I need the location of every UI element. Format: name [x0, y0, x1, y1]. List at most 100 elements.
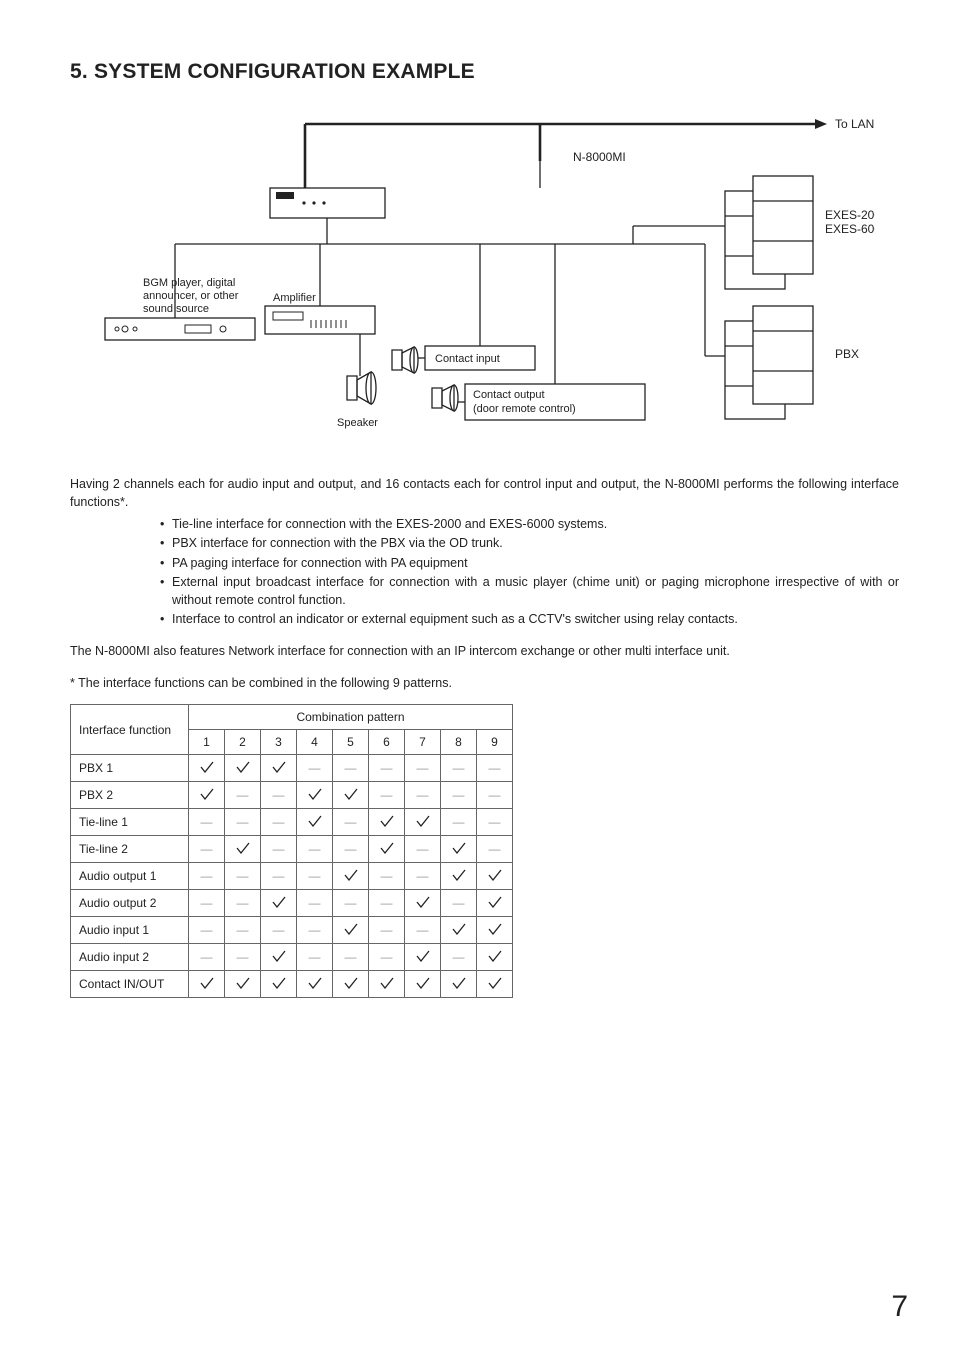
bullet-list: Tie-line interface for connection with t…: [160, 515, 899, 628]
table-row: Audio input 2——————: [71, 944, 513, 971]
table-cell: [189, 782, 225, 809]
diagram-label-contact-output-2: (door remote control): [473, 403, 576, 415]
table-cell: [441, 917, 477, 944]
table-cell: —: [369, 890, 405, 917]
table-cell: —: [477, 836, 513, 863]
diagram-label-n8000mi: N-8000MI: [573, 150, 626, 164]
paragraph-network: The N-8000MI also features Network inter…: [70, 642, 899, 660]
bullet-item: External input broadcast interface for c…: [160, 573, 899, 609]
table-row-label: Audio output 1: [71, 863, 189, 890]
table-cell: —: [297, 917, 333, 944]
table-cell: [297, 971, 333, 998]
table-cell: —: [189, 836, 225, 863]
table-cell: [225, 971, 261, 998]
table-row-label: Contact IN/OUT: [71, 971, 189, 998]
table-cell: —: [261, 917, 297, 944]
table-cell: [405, 971, 441, 998]
table-cell: [225, 836, 261, 863]
diagram-label-bgm-3: sound source: [143, 303, 209, 315]
table-cell: [477, 890, 513, 917]
diagram-label-to-lan: To LAN: [835, 117, 874, 131]
table-cell: [261, 971, 297, 998]
table-cell: —: [297, 944, 333, 971]
table-cell: —: [369, 755, 405, 782]
table-col-group-header: Combination pattern: [189, 705, 513, 730]
system-diagram: .l { stroke:#222; stroke-width:1.3; fill…: [95, 106, 875, 461]
table-row: PBX 2——————: [71, 782, 513, 809]
table-cell: [261, 944, 297, 971]
table-cell: —: [225, 917, 261, 944]
table-cell: [441, 836, 477, 863]
table-cell: —: [333, 890, 369, 917]
diagram-label-pbx: PBX: [835, 347, 859, 361]
table-cell: —: [297, 863, 333, 890]
table-cell: [477, 863, 513, 890]
table-cell: —: [477, 755, 513, 782]
table-cell: —: [333, 944, 369, 971]
table-row-label: PBX 1: [71, 755, 189, 782]
table-row-label: Audio input 2: [71, 944, 189, 971]
table-cell: —: [441, 944, 477, 971]
table-cell: —: [441, 809, 477, 836]
table-cell: —: [405, 836, 441, 863]
page-number: 7: [891, 1290, 908, 1324]
table-cell: [225, 755, 261, 782]
table-cell: —: [369, 782, 405, 809]
table-cell: [477, 971, 513, 998]
table-cell: —: [189, 809, 225, 836]
table-cell: —: [225, 944, 261, 971]
table-cell: —: [333, 836, 369, 863]
section-heading: 5. SYSTEM CONFIGURATION EXAMPLE: [70, 60, 899, 84]
diagram-label-contact-input: Contact input: [435, 353, 500, 365]
table-cell: —: [369, 863, 405, 890]
table-cell: —: [477, 809, 513, 836]
table-cell: [333, 917, 369, 944]
table-cell: —: [261, 863, 297, 890]
bullet-item: Interface to control an indicator or ext…: [160, 610, 899, 628]
table-cell: —: [405, 863, 441, 890]
table-cell: [477, 944, 513, 971]
table-cell: —: [261, 836, 297, 863]
table-row: Tie-line 2——————: [71, 836, 513, 863]
table-cell: —: [189, 890, 225, 917]
table-row-label: Tie-line 1: [71, 809, 189, 836]
table-cell: [405, 809, 441, 836]
diagram-label-speaker: Speaker: [337, 417, 378, 429]
table-row-header: Interface function: [71, 705, 189, 755]
footnote: * The interface functions can be combine…: [70, 676, 899, 690]
table-cell: [369, 809, 405, 836]
table-cell: [189, 971, 225, 998]
table-cell: [189, 755, 225, 782]
table-cell: [405, 944, 441, 971]
table-cell: —: [369, 917, 405, 944]
table-cell: [477, 917, 513, 944]
table-cell: —: [297, 890, 333, 917]
diagram-label-bgm-1: BGM player, digital: [143, 277, 235, 289]
bullet-item: PA paging interface for connection with …: [160, 554, 899, 572]
table-row: Audio output 2——————: [71, 890, 513, 917]
table-cell: [297, 809, 333, 836]
table-cell: —: [225, 890, 261, 917]
table-row-label: Audio output 2: [71, 890, 189, 917]
diagram-label-exes-2: EXES-6000: [825, 222, 875, 236]
table-cell: [261, 890, 297, 917]
table-row: Tie-line 1——————: [71, 809, 513, 836]
table-row-label: Audio input 1: [71, 917, 189, 944]
table-cell: —: [225, 809, 261, 836]
bullet-item: Tie-line interface for connection with t…: [160, 515, 899, 533]
table-cell: —: [189, 917, 225, 944]
table-cell: —: [441, 782, 477, 809]
table-cell: [333, 971, 369, 998]
table-cell: —: [225, 863, 261, 890]
table-cell: [333, 782, 369, 809]
table-cell: —: [441, 755, 477, 782]
table-cell: —: [297, 836, 333, 863]
combination-table: Interface function Combination pattern 1…: [70, 704, 513, 998]
table-cell: —: [333, 755, 369, 782]
table-cell: [405, 890, 441, 917]
table-row-label: Tie-line 2: [71, 836, 189, 863]
diagram-label-contact-output-1: Contact output: [473, 389, 545, 401]
table-cell: [441, 863, 477, 890]
diagram-label-bgm-2: announcer, or other: [143, 290, 239, 302]
paragraph-intro: Having 2 channels each for audio input a…: [70, 475, 899, 511]
